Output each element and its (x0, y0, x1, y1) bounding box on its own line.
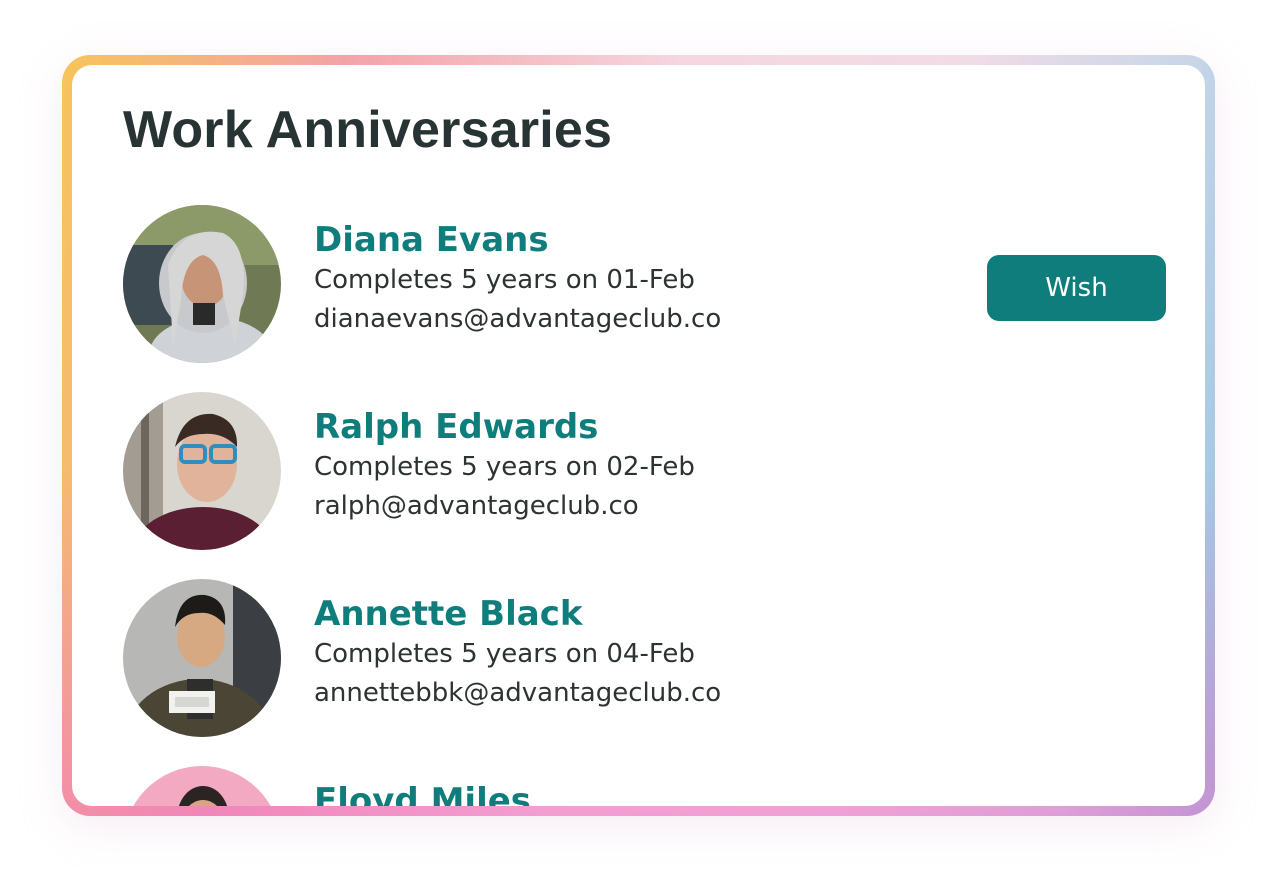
anniversary-text: Completes 5 years on 01-Feb (314, 265, 695, 295)
work-anniversaries-card: Work Anniversaries Diana Evans Completes… (72, 65, 1205, 806)
avatar-photo-ralph (123, 392, 281, 550)
person-info: Diana Evans Completes 5 years on 01-Feb … (314, 219, 721, 339)
person-info: Floyd Miles (314, 780, 531, 806)
list-item: Annette Black Completes 5 years on 04-Fe… (123, 579, 1183, 739)
avatar-photo-floyd (123, 766, 281, 806)
person-name[interactable]: Annette Black (314, 593, 721, 635)
person-email: annettebbk@advantageclub.co (314, 678, 722, 708)
person-info: Ralph Edwards Completes 5 years on 02-Fe… (314, 406, 695, 526)
avatar (123, 579, 281, 737)
anniversary-text: Completes 5 years on 02-Feb (314, 452, 695, 482)
person-name[interactable]: Floyd Miles (314, 780, 531, 806)
person-email: ralph@advantageclub.co (314, 491, 639, 521)
avatar-photo-annette (123, 579, 281, 737)
anniversary-text: Completes 5 years on 04-Feb (314, 639, 695, 669)
person-email: dianaevans@advantageclub.co (314, 304, 722, 334)
avatar (123, 392, 281, 550)
avatar-photo-diana (123, 205, 281, 363)
person-name[interactable]: Diana Evans (314, 219, 721, 261)
person-info: Annette Black Completes 5 years on 04-Fe… (314, 593, 721, 713)
list-item: Floyd Miles (123, 766, 1183, 806)
person-name[interactable]: Ralph Edwards (314, 406, 695, 448)
list-item: Ralph Edwards Completes 5 years on 02-Fe… (123, 392, 1183, 552)
avatar (123, 766, 281, 806)
wish-button[interactable]: Wish (987, 255, 1166, 321)
page: Work Anniversaries Diana Evans Completes… (0, 0, 1278, 886)
card-title: Work Anniversaries (123, 101, 613, 159)
avatar (123, 205, 281, 363)
